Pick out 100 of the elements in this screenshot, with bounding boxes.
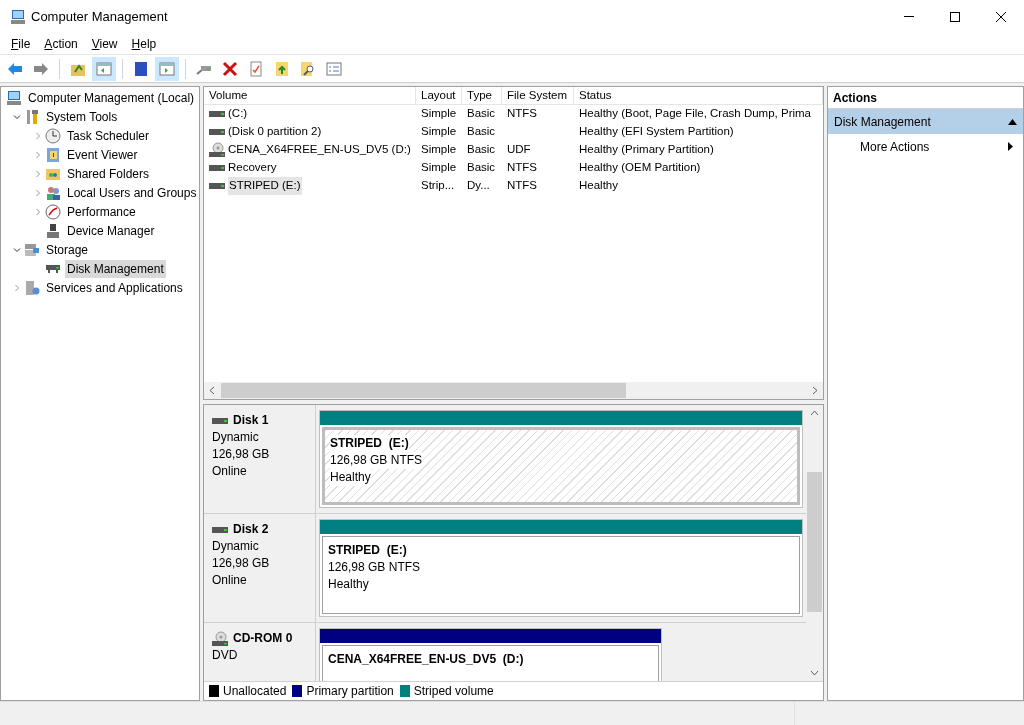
disk-drive-icon [212, 416, 228, 425]
tree-item[interactable]: Computer Management (Local) [26, 88, 197, 107]
table-cell-text: Strip... [421, 178, 455, 194]
table-cell-text: Simple [421, 124, 457, 140]
collapsed-chevron-icon[interactable] [34, 207, 42, 216]
collapsed-chevron-icon[interactable] [34, 188, 42, 197]
disk-status: Online [212, 572, 248, 589]
drive-icon [209, 110, 225, 118]
table-cell-text: NTFS [507, 160, 538, 176]
collapsed-chevron-icon[interactable] [34, 169, 42, 178]
tree-pane-icon [96, 60, 112, 77]
table-cell-text: Simple [421, 106, 457, 122]
forward-arrow-icon [33, 60, 49, 77]
table-cell-text: Healthy (Primary Partition) [579, 142, 714, 158]
horizontal-scrollbar[interactable] [204, 382, 823, 399]
table-cell-text: Simple [421, 160, 457, 176]
expand-chevron-icon[interactable] [13, 245, 21, 254]
collapsed-chevron-icon[interactable] [34, 150, 42, 159]
tree-item[interactable]: Disk Management [65, 259, 166, 278]
menu-item[interactable]: Action [37, 34, 85, 53]
table-cell-text: Healthy (EFI System Partition) [579, 124, 734, 140]
storage-icon [24, 241, 40, 258]
disk-status: Online [212, 463, 248, 480]
column-header[interactable]: Layout [416, 87, 462, 104]
disk-type: Dynamic [212, 538, 260, 555]
server-icon [24, 279, 40, 296]
table-cell-text: Basic [467, 124, 496, 140]
legend-label: Striped volume [413, 683, 494, 700]
table-cell-text: Basic [467, 160, 496, 176]
tree-item[interactable]: Task Scheduler [65, 126, 152, 145]
delete-icon [222, 60, 238, 77]
column-header[interactable]: Volume [204, 87, 416, 104]
table-cell-text: Simple [421, 142, 457, 158]
computer-icon [6, 89, 22, 106]
partition-size: 126,98 GB NTFS [328, 559, 421, 576]
action-item[interactable]: More Actions [828, 134, 1023, 159]
table-cell-text: Basic [467, 106, 496, 122]
list-icon [326, 60, 342, 77]
vertical-scrollbar[interactable] [806, 405, 823, 681]
tree-item[interactable]: Device Manager [65, 221, 157, 240]
tools-icon [24, 108, 40, 125]
partition-status: Healthy [328, 576, 369, 593]
menu-item[interactable]: View [84, 34, 125, 53]
table-cell-text: Healthy (Boot, Page File, Crash Dump, Prima [579, 106, 811, 122]
menu-item[interactable]: Help [124, 34, 164, 53]
tree-item[interactable]: Storage [44, 240, 91, 259]
table-cell: STRIPED (E:) [228, 177, 302, 195]
table-cell-text: CENA_X64FREE_EN-US_DV5 (D:) [228, 142, 411, 158]
disk-drive-icon [45, 263, 61, 274]
folder-search-icon [300, 60, 316, 77]
disk-type: Dynamic [212, 429, 260, 446]
partition-name: STRIPED (E:) [328, 542, 407, 559]
legend-label: Primary partition [306, 683, 394, 700]
computer-management-icon [9, 8, 27, 25]
partition-block[interactable]: STRIPED (E:) 126,98 GB NTFS Healthy [319, 519, 803, 617]
disk-size: 126,98 GB [212, 446, 271, 463]
tree-item[interactable]: Services and Applications [44, 278, 185, 297]
collapse-triangle-icon [1008, 118, 1017, 125]
drive-icon [209, 128, 225, 136]
table-cell-text: Basic [467, 142, 496, 158]
disk-name: CD-ROM 0 [233, 630, 293, 647]
minimize-icon [904, 16, 914, 17]
disk-size: 126,98 GB [212, 555, 271, 572]
table-cell-text: (Disk 0 partition 2) [228, 124, 322, 140]
expand-chevron-icon[interactable] [13, 112, 21, 121]
legend-label: Unallocated [223, 683, 287, 700]
disk-name: Disk 1 [233, 412, 269, 429]
partition-block[interactable]: STRIPED (E:) 126,98 GB NTFS Healthy [319, 410, 803, 508]
table-cell-text: Healthy [579, 178, 618, 194]
partition-name: STRIPED (E:) [330, 435, 409, 452]
partition-block[interactable]: CENA_X64FREE_EN-US_DV5 (D:) [319, 628, 662, 681]
tree-item[interactable]: Shared Folders [65, 164, 152, 183]
properties-icon [248, 60, 264, 77]
tree-item[interactable]: Performance [65, 202, 138, 221]
action-pane-icon [159, 60, 175, 77]
clock-icon [45, 127, 61, 144]
column-header[interactable]: Status [574, 87, 823, 104]
actions-section-header[interactable]: Disk Management [828, 109, 1023, 134]
partition-size: 126,98 GB NTFS [330, 452, 423, 469]
cd-drive-icon [212, 630, 228, 647]
tree-item[interactable]: System Tools [44, 107, 120, 126]
log-book-icon [45, 146, 61, 163]
partition-name: CENA_X64FREE_EN-US_DV5 (D:) [328, 651, 524, 668]
column-header[interactable]: File System [502, 87, 574, 104]
table-cell-text: Recovery [228, 160, 277, 176]
table-cell-text: (C:) [228, 106, 248, 122]
drive-icon [209, 182, 225, 190]
tree-item[interactable]: Local Users and Groups [65, 183, 199, 202]
collapsed-chevron-icon[interactable] [34, 131, 42, 140]
tree-item[interactable]: Event Viewer [65, 145, 140, 164]
collapsed-chevron-icon[interactable] [13, 283, 21, 292]
menu-item[interactable]: File [4, 34, 38, 53]
table-cell-text: Healthy (OEM Partition) [579, 160, 701, 176]
cd-drive-icon [209, 142, 225, 158]
disk-type: DVD [212, 647, 239, 664]
disk-name: Disk 2 [233, 521, 269, 538]
gauge-icon [45, 203, 61, 220]
tree-pane-button[interactable] [92, 56, 116, 81]
window-title: Computer Management [31, 7, 168, 26]
column-header[interactable]: Type [462, 87, 502, 104]
